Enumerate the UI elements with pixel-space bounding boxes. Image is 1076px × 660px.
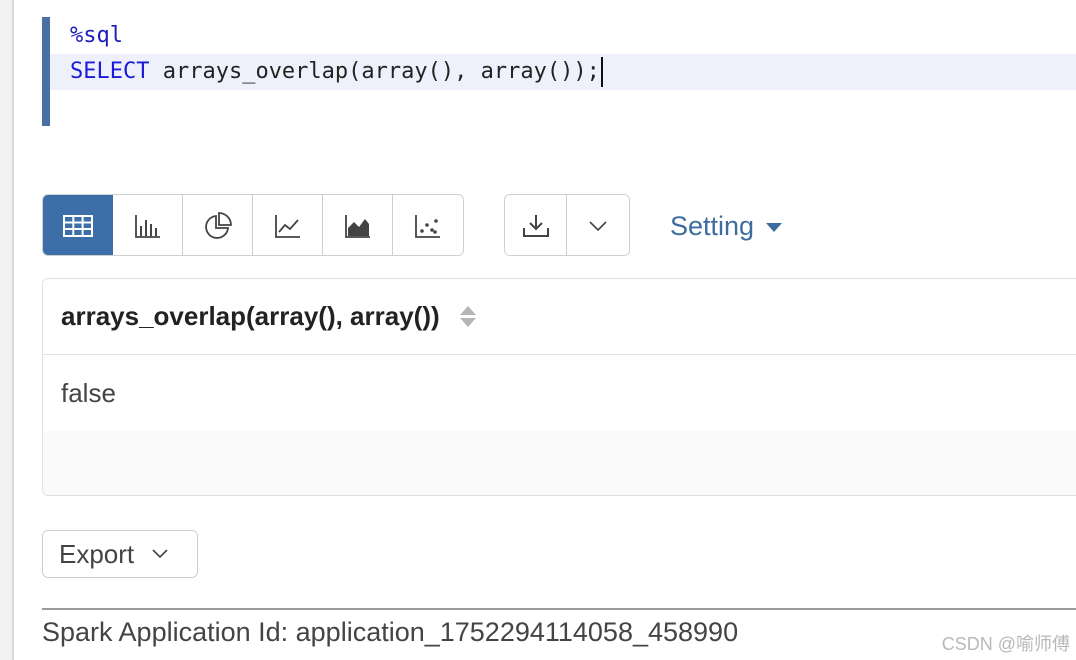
- visualization-toolbar: [42, 194, 464, 256]
- table-icon: [62, 215, 93, 237]
- divider: [42, 608, 1076, 610]
- setting-dropdown[interactable]: Setting: [670, 206, 783, 246]
- download-icon: [522, 215, 549, 237]
- table-cell: false: [61, 377, 116, 408]
- sort-desc-icon: [459, 318, 476, 327]
- line-chart-icon: [274, 215, 300, 238]
- sort-asc-icon: [459, 306, 476, 315]
- table-row: false: [43, 355, 1076, 431]
- table-empty-row: [43, 431, 1076, 495]
- chevron-down-icon: [152, 549, 168, 559]
- sort-icon[interactable]: [459, 306, 476, 327]
- left-gutter: [0, 0, 14, 660]
- export-label: Export: [59, 538, 135, 569]
- download-button-group: [504, 194, 630, 256]
- viz-area-chart-button[interactable]: [323, 195, 393, 255]
- pie-chart-icon: [204, 212, 232, 239]
- caret-down-icon: [766, 222, 783, 232]
- sql-keyword: SELECT: [70, 59, 150, 84]
- setting-label: Setting: [670, 211, 755, 241]
- export-button[interactable]: Export: [42, 530, 198, 578]
- code-editor[interactable]: %sql SELECT arrays_overlap(array(), arra…: [42, 17, 1076, 126]
- text-cursor: [600, 57, 603, 87]
- viz-table-button[interactable]: [43, 195, 113, 255]
- viz-line-chart-button[interactable]: [253, 195, 323, 255]
- scatter-chart-icon: [415, 215, 440, 238]
- results-table: arrays_overlap(array(), array()) false: [42, 278, 1076, 496]
- viz-bar-chart-button[interactable]: [113, 195, 183, 255]
- watermark: CSDN @喻师傅: [941, 634, 1070, 654]
- bar-chart-icon: [134, 215, 160, 238]
- download-options-button[interactable]: [567, 195, 629, 255]
- area-chart-icon: [344, 215, 370, 238]
- editor-focus-bar: [42, 17, 50, 126]
- chevron-down-icon: [589, 221, 607, 231]
- column-header: arrays_overlap(array(), array()): [61, 301, 440, 331]
- spark-application-id: Spark Application Id: application_175229…: [42, 617, 739, 647]
- sql-expression: arrays_overlap(array(), array());: [149, 59, 600, 84]
- download-button[interactable]: [505, 195, 567, 255]
- viz-scatter-chart-button[interactable]: [393, 195, 463, 255]
- code-line-2[interactable]: SELECT arrays_overlap(array(), array());: [50, 54, 1076, 90]
- table-header-row: arrays_overlap(array(), array()): [43, 279, 1076, 355]
- notebook-paragraph: %sql SELECT arrays_overlap(array(), arra…: [0, 0, 1076, 660]
- interpreter-magic: %sql: [70, 23, 123, 48]
- viz-pie-chart-button[interactable]: [183, 195, 253, 255]
- code-line-1[interactable]: %sql: [50, 18, 1076, 54]
